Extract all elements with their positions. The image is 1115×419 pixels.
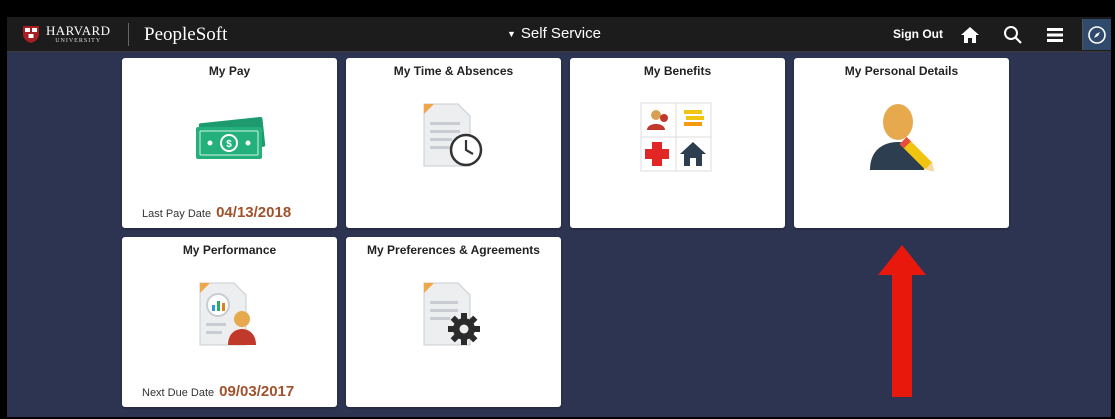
person-edit-icon [870, 104, 935, 172]
tile-my-preferences-agreements[interactable]: My Preferences & Agreements [346, 237, 561, 407]
tile-title: My Personal Details [844, 64, 959, 78]
search-button[interactable] [1000, 22, 1026, 48]
next-due-date-value: 09/03/2017 [219, 383, 295, 400]
tile-my-pay[interactable]: My Pay $ Last Pay Date 04/13/2018 [122, 58, 337, 228]
navbar-button[interactable] [1082, 19, 1111, 50]
header-bar: HARVARD UNIVERSITY PeopleSoft ▼ Self Ser… [7, 17, 1111, 52]
tile-title: My Preferences & Agreements [367, 243, 540, 257]
search-icon [1004, 26, 1022, 44]
money-icon: $ [196, 117, 266, 159]
navbar-compass-icon [1088, 25, 1106, 44]
timesheet-icon [423, 103, 483, 167]
performance-icon [199, 282, 256, 346]
tile-my-benefits[interactable]: My Benefits [570, 58, 785, 228]
tile-title: My Benefits [643, 64, 712, 78]
homepage-selector[interactable]: ▼ Self Service [507, 25, 601, 42]
caret-down-icon: ▼ [507, 28, 516, 39]
tile-my-personal-details[interactable]: My Personal Details [794, 58, 1009, 228]
home-icon [961, 27, 979, 43]
header-divider [128, 23, 129, 46]
app-window: HARVARD UNIVERSITY PeopleSoft ▼ Self Ser… [7, 17, 1111, 417]
menu-button[interactable] [1042, 22, 1068, 48]
screenshot-frame: HARVARD UNIVERSITY PeopleSoft ▼ Self Ser… [0, 0, 1115, 419]
tile-title: My Pay [208, 64, 251, 78]
last-pay-date-value: 04/13/2018 [216, 204, 292, 221]
tile-footer: Last Pay Date 04/13/2018 [142, 204, 291, 221]
homepage-title: Self Service [520, 25, 601, 42]
last-pay-date-label: Last Pay Date [142, 208, 212, 220]
tile-my-time-absences[interactable]: My Time & Absences [346, 58, 561, 228]
tile-title: My Performance [182, 243, 277, 257]
tile-footer: Next Due Date 09/03/2017 [142, 383, 294, 400]
svg-text:$: $ [226, 139, 232, 150]
harvard-logo[interactable]: HARVARD UNIVERSITY [21, 24, 110, 44]
menu-icon [1047, 28, 1063, 42]
benefits-icon [640, 102, 712, 172]
harvard-shield-icon [23, 26, 39, 43]
logo-main-text: HARVARD [46, 23, 111, 38]
logo-sub-text: UNIVERSITY [55, 38, 102, 44]
home-button[interactable] [957, 22, 983, 48]
tile-title: My Time & Absences [393, 64, 514, 78]
tile-my-performance[interactable]: My Performance Next Due Date 09/03/2017 [122, 237, 337, 407]
product-name: PeopleSoft [144, 24, 228, 45]
next-due-date-label: Next Due Date [142, 387, 215, 399]
annotation-arrow [878, 245, 926, 397]
sign-out-link[interactable]: Sign Out [893, 27, 943, 41]
preferences-icon [423, 282, 480, 346]
